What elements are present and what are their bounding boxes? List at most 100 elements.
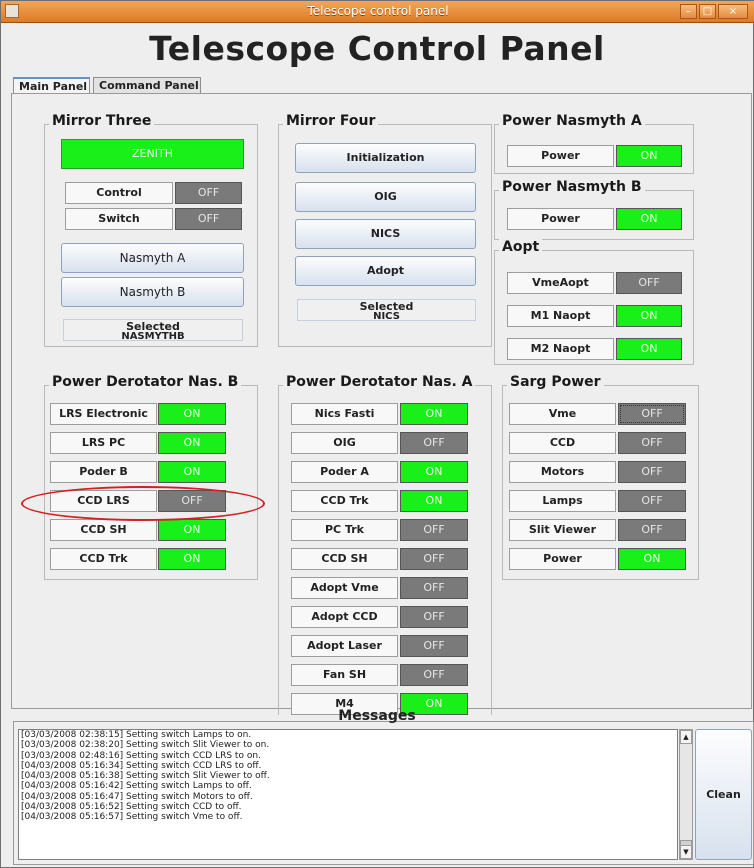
zenith-button[interactable]: ZENITH [61,139,244,169]
messages-scrollbar[interactable]: ▲ ▼ [679,729,693,860]
adopt-ccd-toggle[interactable]: OFF [400,606,468,628]
group-title: Power Derotator Nas. A [283,374,476,390]
vmeaopt-toggle[interactable]: OFF [616,272,682,294]
control-toggle[interactable]: OFF [175,182,242,204]
m1-naopt-toggle[interactable]: ON [616,305,682,327]
nasmyth-a-button[interactable]: Nasmyth A [61,243,244,273]
adopt-vme-toggle[interactable]: OFF [400,577,468,599]
mirror-three-selected: Selected NASMYTHB [63,319,243,342]
oig-button[interactable]: OIG [295,182,476,212]
lrs-electronic-toggle[interactable]: ON [158,403,226,425]
switch-toggle[interactable]: OFF [175,208,242,230]
nics-fasti-label: Nics Fasti [291,403,398,425]
lrs-electronic-label: LRS Electronic [50,403,157,425]
ccd-trk-label: CCD Trk [291,490,398,512]
minimize-icon[interactable]: – [680,4,697,19]
group-title: Power Derotator Nas. B [49,374,242,390]
power-b-toggle[interactable]: ON [616,208,682,230]
power-nasmyth-a-group: Power Nasmyth A Power ON [494,113,694,174]
group-title: Aopt [499,239,543,255]
group-title: Power Nasmyth B [499,179,645,195]
highlight-ellipse [21,486,265,521]
title-bar[interactable]: Telescope control panel – □ × [1,1,754,23]
poder-b-toggle[interactable]: ON [158,461,226,483]
adopt-laser-toggle[interactable]: OFF [400,635,468,657]
log-line: [03/03/2008 02:38:20] Setting switch Sli… [21,740,270,751]
close-icon[interactable]: × [718,4,748,19]
initialization-button[interactable]: Initialization [295,143,476,173]
nasmyth-b-button[interactable]: Nasmyth B [61,277,244,307]
ccd-toggle[interactable]: OFF [618,432,686,454]
slit-viewer-label: Slit Viewer [509,519,616,541]
aopt-group: Aopt VmeAopt OFF M1 Naopt ON M2 Naopt ON [494,239,694,365]
main-panel: Mirror Three ZENITH Control OFF Switch O… [11,93,752,715]
motors-label: Motors [509,461,616,483]
derotator-b-group: Power Derotator Nas. B LRS Electronic ON… [44,374,258,580]
mirror-four-group: Mirror Four Initialization OIG NICS Adop… [278,113,492,347]
pc-trk-label: PC Trk [291,519,398,541]
scroll-down-icon[interactable]: ▼ [680,845,692,859]
nics-fasti-toggle[interactable]: ON [400,403,468,425]
power-nasmyth-b-group: Power Nasmyth B Power ON [494,179,694,240]
ccd-sh-label: CCD SH [50,519,157,541]
power-a-label: Power [507,145,614,167]
clean-button[interactable]: Clean [695,729,752,860]
power-toggle[interactable]: ON [618,548,686,570]
lrs-pc-label: LRS PC [50,432,157,454]
maximize-icon[interactable]: □ [699,4,716,19]
lamps-label: Lamps [509,490,616,512]
window-title: Telescope control panel [307,4,449,18]
tab-command-panel[interactable]: Command Panel [93,77,201,94]
group-title: Power Nasmyth A [499,113,645,129]
poder-a-label: Poder A [291,461,398,483]
ccd-trk-label: CCD Trk [50,548,157,570]
page-title: Telescope Control Panel [149,29,605,68]
ccd-sh-toggle[interactable]: ON [158,519,226,541]
adopt-laser-label: Adopt Laser [291,635,398,657]
power-a-toggle[interactable]: ON [616,145,682,167]
group-title: Mirror Four [283,113,379,129]
vme-label: Vme [509,403,616,425]
poder-b-label: Poder B [50,461,157,483]
power-b-label: Power [507,208,614,230]
log-line: [03/03/2008 02:48:16] Setting switch CCD… [21,750,261,761]
group-title: Sarg Power [507,374,604,390]
log-line: [03/03/2008 02:38:15] Setting switch Lam… [21,730,252,740]
adopt-ccd-label: Adopt CCD [291,606,398,628]
selected-value: NICS [373,311,400,322]
ccd-trk-toggle[interactable]: ON [158,548,226,570]
scroll-up-icon[interactable]: ▲ [680,730,692,744]
switch-label: Switch [65,208,173,230]
adopt-button[interactable]: Adopt [295,256,476,286]
log-line: [04/03/2008 05:16:52] Setting switch CCD… [21,802,242,813]
m2-naopt-toggle[interactable]: ON [616,338,682,360]
oig-toggle[interactable]: OFF [400,432,468,454]
lrs-pc-toggle[interactable]: ON [158,432,226,454]
fan-sh-toggle[interactable]: OFF [400,664,468,686]
log-line: [04/03/2008 05:16:47] Setting switch Mot… [21,791,253,802]
log-line: [04/03/2008 05:16:38] Setting switch Sli… [21,771,270,782]
derotator-a-group: Power Derotator Nas. A Nics Fasti ON OIG… [278,374,492,715]
vme-toggle[interactable]: OFF [618,403,686,425]
ccd-label: CCD [509,432,616,454]
slit-viewer-toggle[interactable]: OFF [618,519,686,541]
m2-naopt-label: M2 Naopt [507,338,614,360]
power-label: Power [509,548,616,570]
tab-main-panel[interactable]: Main Panel [13,77,90,94]
selected-value: NASMYTHB [121,331,185,342]
messages-log[interactable]: [03/03/2008 02:38:15] Setting switch Lam… [18,729,678,860]
log-line: [04/03/2008 05:16:42] Setting switch Lam… [21,781,252,792]
pc-trk-toggle[interactable]: OFF [400,519,468,541]
mirror-three-group: Mirror Three ZENITH Control OFF Switch O… [44,113,258,347]
nics-button[interactable]: NICS [295,219,476,249]
motors-toggle[interactable]: OFF [618,461,686,483]
group-title: Mirror Three [49,113,155,129]
adopt-vme-label: Adopt Vme [291,577,398,599]
sarg-power-group: Sarg Power Vme OFF CCD OFF Motors OFF La… [502,374,699,580]
lamps-toggle[interactable]: OFF [618,490,686,512]
app-window: Telescope control panel – □ × Telescope … [0,0,754,868]
ccd-sh-label: CCD SH [291,548,398,570]
ccd-sh-toggle[interactable]: OFF [400,548,468,570]
poder-a-toggle[interactable]: ON [400,461,468,483]
ccd-trk-toggle[interactable]: ON [400,490,468,512]
